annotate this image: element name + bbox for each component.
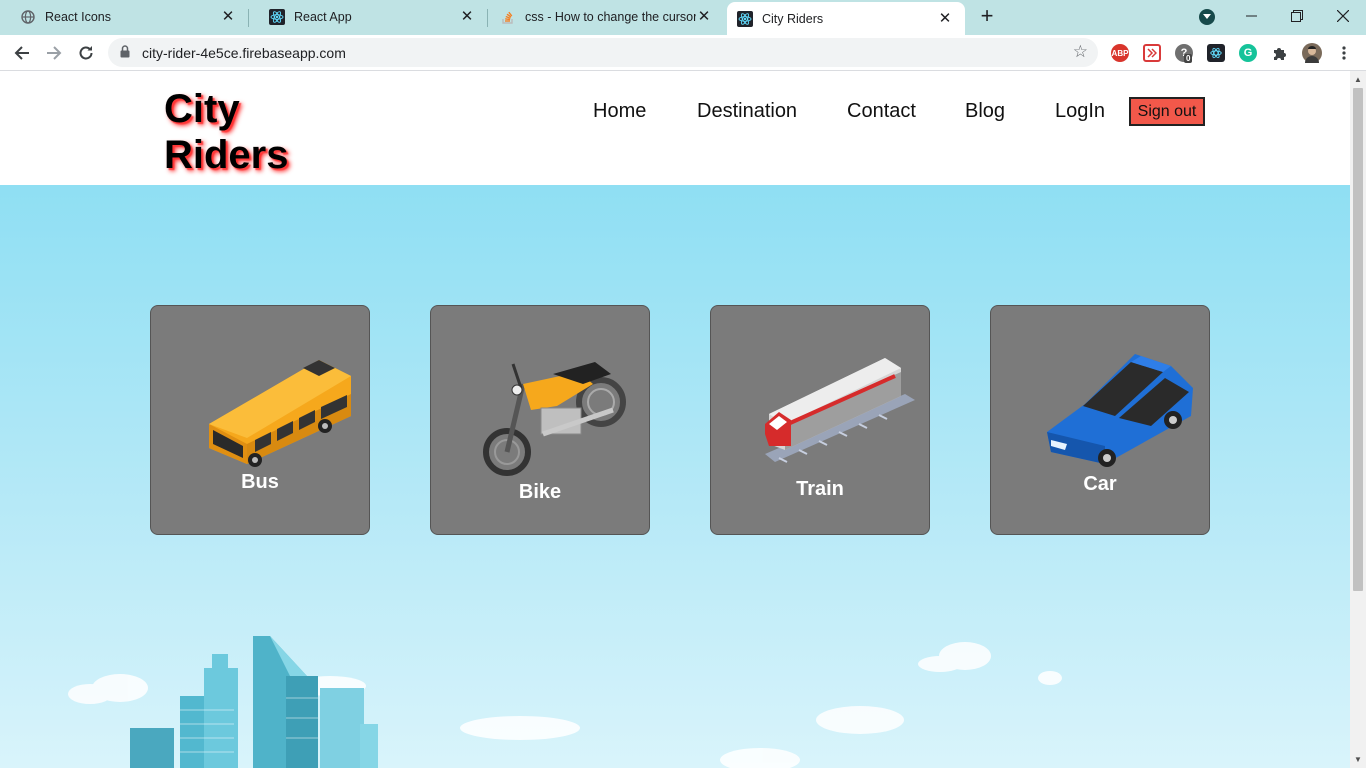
adblock-icon[interactable]: ABP: [1111, 44, 1129, 62]
lock-icon[interactable]: [120, 45, 130, 63]
grammarly-icon[interactable]: G: [1239, 44, 1257, 62]
menu-icon[interactable]: [1332, 40, 1356, 66]
tab-title: React Icons: [45, 10, 112, 24]
vehicle-label: Train: [796, 478, 844, 500]
vehicle-label: Car: [1083, 473, 1117, 495]
restore-button[interactable]: [1274, 0, 1320, 32]
vehicle-label: Bus: [241, 471, 279, 493]
vehicle-card-bike[interactable]: Bike: [430, 305, 650, 535]
tab-title: css - How to change the cursor in: [525, 10, 696, 24]
globe-icon: [20, 9, 36, 25]
browser-tab-strip: React Icons ✕ React App ✕ css - How to c…: [0, 0, 1366, 35]
tab-search-icon[interactable]: [1199, 9, 1215, 25]
motorcycle-icon: [483, 362, 626, 476]
tab-title: React App: [294, 10, 352, 24]
extension-badge: 0: [1184, 54, 1193, 63]
new-tab-button[interactable]: +: [975, 5, 999, 29]
page-viewport: City Riders Home Destination Contact Blo…: [0, 71, 1350, 768]
forward-button[interactable]: [41, 40, 67, 66]
page-scrollbar[interactable]: ▲ ▼: [1350, 71, 1366, 768]
nav-home[interactable]: Home: [593, 100, 646, 123]
tab-city-riders[interactable]: City Riders ✕: [727, 2, 965, 35]
close-icon[interactable]: ✕: [696, 9, 712, 25]
close-icon[interactable]: ✕: [937, 10, 953, 27]
tab-title: City Riders: [762, 11, 824, 26]
extension-red-icon[interactable]: [1143, 44, 1161, 62]
bookmark-star-icon[interactable]: ☆: [1073, 42, 1088, 62]
arrow-left-icon: [14, 46, 29, 60]
tab-react-icons[interactable]: React Icons ✕: [0, 0, 248, 34]
vehicle-card-bus[interactable]: Bus: [150, 305, 370, 535]
url-text[interactable]: city-rider-4e5ce.firebaseapp.com: [142, 45, 346, 61]
close-icon[interactable]: ✕: [459, 9, 475, 25]
scroll-down-icon[interactable]: ▼: [1354, 755, 1362, 764]
car-icon: [1047, 354, 1193, 467]
train-icon: [765, 358, 915, 463]
vehicle-label: Bike: [518, 481, 562, 503]
react-devtools-icon[interactable]: [1207, 44, 1225, 62]
logo-line-2: Riders: [164, 133, 289, 177]
vehicle-card-car[interactable]: Car: [990, 305, 1210, 535]
close-icon[interactable]: ✕: [220, 9, 236, 25]
close-window-button[interactable]: [1320, 0, 1366, 32]
nav-blog[interactable]: Blog: [965, 100, 1005, 123]
scrollbar-thumb[interactable]: [1353, 88, 1363, 591]
react-icon: [737, 10, 753, 27]
arrow-right-icon: [47, 46, 62, 60]
nav-destination[interactable]: Destination: [697, 100, 797, 123]
avatar[interactable]: [1302, 43, 1322, 63]
stackoverflow-icon: [500, 9, 516, 25]
nav-contact[interactable]: Contact: [847, 100, 916, 123]
minimize-button[interactable]: [1228, 0, 1274, 32]
address-bar[interactable]: city-rider-4e5ce.firebaseapp.com ☆: [108, 38, 1098, 67]
hero-section: Bus Bike Train Car: [0, 185, 1350, 768]
vehicle-card-train[interactable]: Train: [710, 305, 930, 535]
puzzle-icon[interactable]: [1271, 44, 1289, 62]
back-button[interactable]: [9, 40, 35, 66]
bus-icon: [209, 360, 351, 467]
browser-toolbar: city-rider-4e5ce.firebaseapp.com ☆ ABP ?…: [0, 35, 1366, 71]
site-header: City Riders Home Destination Contact Blo…: [0, 71, 1350, 185]
tab-stackoverflow[interactable]: css - How to change the cursor in ✕: [488, 0, 724, 34]
extension-help-icon[interactable]: ? 0: [1175, 44, 1193, 63]
logo-line-1: City: [164, 87, 240, 131]
tab-react-app[interactable]: React App ✕: [249, 0, 487, 34]
city-skyline-illustration: [68, 636, 1062, 768]
react-icon: [269, 9, 285, 25]
nav-login[interactable]: LogIn: [1055, 100, 1105, 123]
scroll-up-icon[interactable]: ▲: [1354, 75, 1362, 84]
sign-out-button[interactable]: Sign out: [1129, 97, 1205, 126]
reload-icon: [79, 46, 93, 60]
reload-button[interactable]: [73, 40, 99, 66]
site-logo[interactable]: City Riders: [164, 86, 289, 178]
